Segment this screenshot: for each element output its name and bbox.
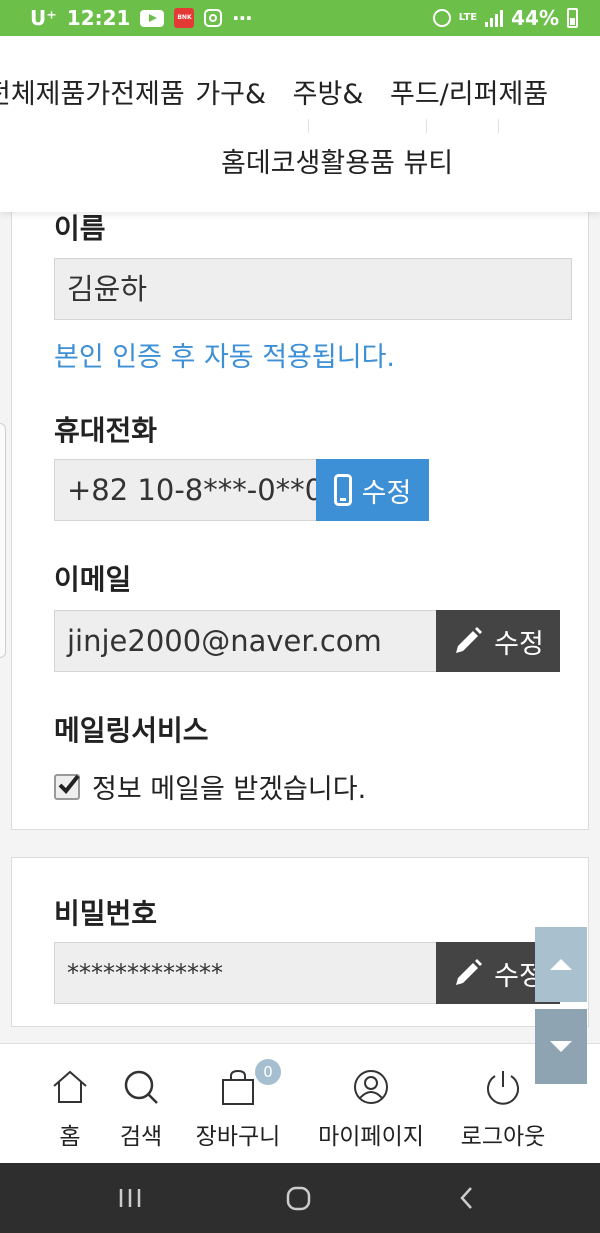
tab-mypage-label: 마이페이지: [318, 1124, 424, 1150]
alarm-icon: [432, 9, 451, 27]
signal-icon: [485, 9, 504, 27]
shopping-bag-icon: [222, 1069, 254, 1105]
email-field: jinje2000@naver.com: [54, 610, 448, 672]
cart-count-badge: 0: [255, 1059, 281, 1085]
scroll-to-bottom-button[interactable]: [535, 1009, 587, 1084]
password-label: 비밀번호: [54, 897, 158, 930]
email-edit-button[interactable]: 수정: [436, 610, 560, 672]
name-field: 김윤하: [54, 258, 572, 320]
mobile-phone-icon: [333, 474, 352, 506]
instagram-icon: [204, 9, 223, 27]
youtube-icon: [140, 9, 165, 27]
chevron-up-icon: [550, 959, 572, 970]
phone-edit-label: 수정: [361, 477, 412, 509]
name-note: 본인 인증 후 자동 적용됩니다.: [54, 342, 395, 373]
pencil-icon: [456, 627, 483, 653]
password-card: 비밀번호 ************* 수정: [11, 857, 589, 1027]
phone-edit-button[interactable]: 수정: [316, 459, 429, 521]
home-button-icon[interactable]: [285, 1183, 313, 1213]
clock: 12:21: [66, 6, 131, 30]
more-notifications-icon: ⋯: [232, 6, 255, 30]
phone-label: 휴대전화: [54, 414, 158, 447]
checkmark-icon: [58, 774, 80, 794]
category-row: 전체제품가전제품 가구& 주방& 푸드/리퍼제품: [0, 72, 548, 111]
category-food-refurb[interactable]: 푸드/리퍼제품: [390, 72, 548, 111]
recent-apps-icon[interactable]: [118, 1183, 142, 1213]
phone-field: +82 10-8***-0**0: [54, 459, 328, 521]
battery-percent: 44%: [511, 6, 559, 30]
name-label: 이름: [54, 212, 106, 245]
password-field: *************: [54, 942, 448, 1004]
category-nav: 전체제품가전제품 가구& 주방& 푸드/리퍼제품 홈데코생활용품 뷰티: [0, 36, 600, 212]
mailing-checkbox[interactable]: [54, 773, 80, 800]
tab-logout-label: 로그아웃: [460, 1124, 546, 1150]
back-icon[interactable]: [456, 1183, 476, 1213]
pencil-icon: [456, 959, 483, 985]
system-nav-bar: [0, 1163, 600, 1233]
email-edit-label: 수정: [494, 628, 544, 660]
power-icon: [487, 1071, 519, 1105]
bottom-tab-bar: 홈 검색 0 장바구니 마이페이지 로그아웃: [0, 1043, 600, 1163]
carrier-label: U⁺: [30, 6, 57, 30]
network-type: LTE: [458, 12, 478, 23]
category-all[interactable]: 전체제품: [0, 72, 85, 111]
nav-divider: [308, 119, 309, 133]
side-drawer-handle[interactable]: [0, 423, 6, 658]
category-appliances[interactable]: 가전제품: [85, 72, 184, 111]
tab-mypage[interactable]: 마이페이지: [306, 1044, 436, 1164]
scroll-to-top-button[interactable]: [535, 927, 587, 1002]
email-label: 이메일: [54, 563, 132, 596]
category-furniture[interactable]: 가구&: [195, 72, 266, 111]
user-icon: [354, 1070, 388, 1104]
search-icon: [124, 1070, 158, 1104]
mailing-label: 메일링서비스: [54, 714, 209, 747]
bnk-app-icon: BNK: [174, 8, 195, 28]
nav-divider: [426, 119, 427, 133]
mailing-checkbox-label: 정보 메일을 받겠습니다.: [92, 774, 367, 805]
category-home-living-beauty[interactable]: 홈데코생활용품 뷰티: [221, 141, 453, 180]
tab-cart[interactable]: 0 장바구니: [173, 1044, 303, 1164]
chevron-down-icon: [550, 1041, 572, 1052]
mailing-checkbox-row[interactable]: 정보 메일을 받겠습니다.: [54, 767, 366, 806]
category-kitchen[interactable]: 주방&: [293, 72, 364, 111]
battery-icon: [567, 8, 578, 28]
nav-divider: [498, 119, 499, 133]
tab-cart-label: 장바구니: [195, 1124, 281, 1150]
profile-form-card: 이름 김윤하 본인 인증 후 자동 적용됩니다. 휴대전화 +82 10-8**…: [11, 190, 589, 830]
status-bar: U⁺ 12:21 BNK ⋯ LTE 44%: [0, 0, 600, 36]
